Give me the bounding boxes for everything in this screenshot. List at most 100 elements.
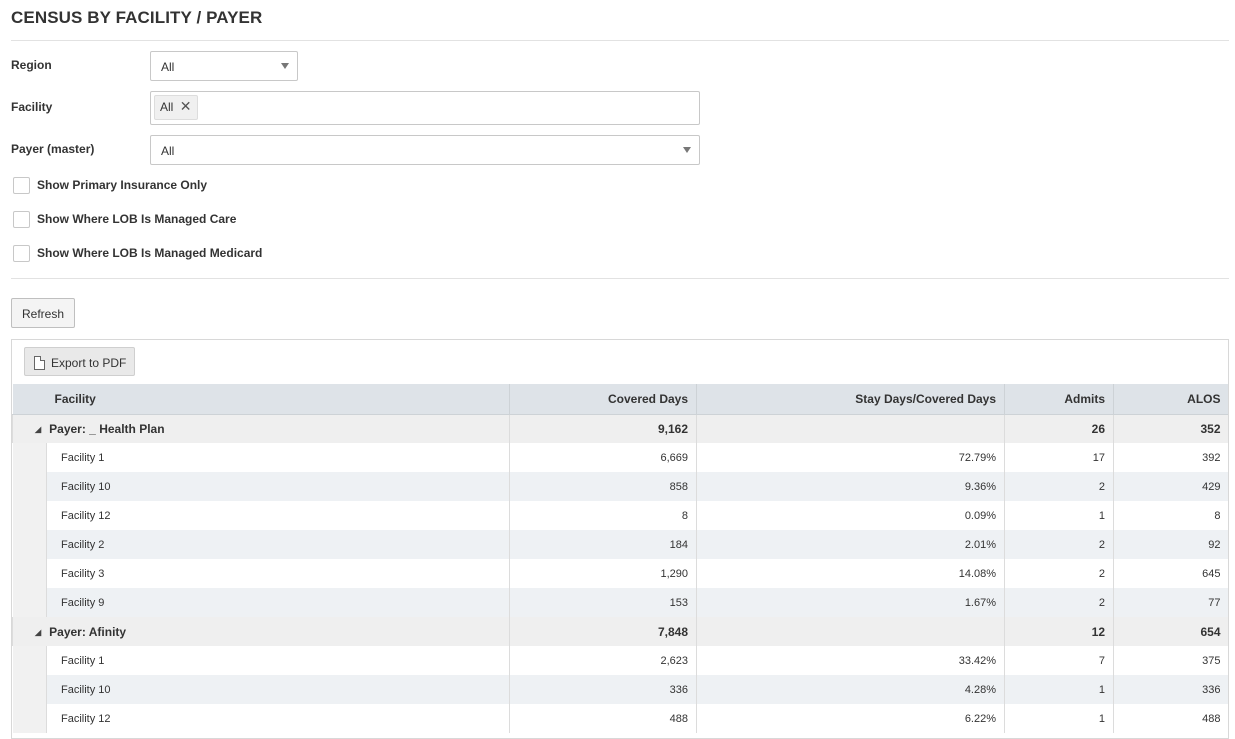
managed-care-checkbox[interactable] (13, 211, 30, 228)
group-covered-days: 7,848 (509, 617, 697, 646)
ratio-cell: 9.36% (696, 472, 1005, 501)
collapse-triangle-icon[interactable]: ◢ (35, 425, 41, 434)
facility-cell: Facility 12 (45, 704, 510, 733)
chevron-down-icon (281, 63, 289, 69)
pdf-file-icon (34, 356, 45, 370)
column-header-covered-days[interactable]: Covered Days (509, 384, 697, 415)
title-divider (11, 40, 1229, 41)
primary-insurance-label: Show Primary Insurance Only (37, 178, 208, 192)
ratio-cell: 2.01% (696, 530, 1005, 559)
group-ratio (696, 414, 1005, 443)
payer-label: Payer (master) (11, 142, 95, 156)
covered-days-cell: 1,290 (509, 559, 697, 588)
row-indent (12, 646, 47, 675)
facility-label: Facility (11, 100, 53, 114)
admits-cell: 2 (1004, 559, 1114, 588)
ratio-cell: 33.42% (696, 646, 1005, 675)
covered-days-cell: 488 (509, 704, 697, 733)
group-admits: 12 (1004, 617, 1114, 646)
admits-cell: 2 (1004, 472, 1114, 501)
payer-select-value: All (161, 144, 175, 158)
payer-select[interactable]: All (150, 135, 700, 165)
group-name[interactable]: ◢ Payer: Afinity (12, 617, 510, 646)
group-label: Payer: _ Health Plan (49, 421, 165, 436)
row-indent (12, 704, 47, 733)
table-row[interactable]: Facility 12 8 0.09% 1 8 (12, 501, 1228, 530)
row-indent (12, 675, 47, 704)
row-indent (12, 559, 47, 588)
group-label: Payer: Afinity (49, 624, 127, 639)
row-indent (12, 443, 47, 472)
row-indent (12, 530, 47, 559)
refresh-button[interactable]: Refresh (11, 298, 75, 328)
ratio-cell: 1.67% (696, 588, 1005, 617)
table-row[interactable]: Facility 1 6,669 72.79% 17 392 (12, 443, 1228, 472)
chevron-down-icon (683, 147, 691, 153)
admits-cell: 1 (1004, 704, 1114, 733)
table-body: ◢ Payer: _ Health Plan 9,162 26 352 Facility … (12, 414, 1228, 733)
alos-cell: 77 (1113, 588, 1228, 617)
facility-cell: Facility 10 (45, 675, 510, 704)
managed-care-label: Show Where LOB Is Managed Care (37, 212, 237, 226)
managed-medicard-checkbox[interactable] (13, 245, 30, 262)
table-row[interactable]: Facility 10 858 9.36% 2 429 (12, 472, 1228, 501)
alos-cell: 645 (1113, 559, 1228, 588)
group-covered-days: 9,162 (509, 414, 697, 443)
covered-days-cell: 858 (509, 472, 697, 501)
facility-cell: Facility 1 (45, 443, 510, 472)
covered-days-cell: 184 (509, 530, 697, 559)
alos-cell: 429 (1113, 472, 1228, 501)
row-indent (12, 472, 47, 501)
managed-medicard-label: Show Where LOB Is Managed Medicard (37, 246, 263, 260)
filters-divider (11, 278, 1229, 279)
alos-cell: 336 (1113, 675, 1228, 704)
column-header-alos[interactable]: ALOS (1113, 384, 1228, 415)
alos-cell: 92 (1113, 530, 1228, 559)
grid-toolbar: Export to PDF (12, 340, 1228, 384)
column-header-admits[interactable]: Admits (1004, 384, 1114, 415)
ratio-cell: 72.79% (696, 443, 1005, 472)
facility-cell: Facility 9 (45, 588, 510, 617)
group-alos: 654 (1113, 617, 1228, 646)
page-title: CENSUS BY FACILITY / PAYER (11, 8, 263, 27)
export-pdf-button[interactable]: Export to PDF (24, 347, 135, 376)
table-row[interactable]: Facility 9 153 1.67% 2 77 (12, 588, 1228, 617)
column-header-facility[interactable]: Facility (12, 384, 510, 415)
table-row[interactable]: Facility 12 488 6.22% 1 488 (12, 704, 1228, 733)
column-header-stay-days-ratio[interactable]: Stay Days/Covered Days (696, 384, 1005, 415)
admits-cell: 1 (1004, 501, 1114, 530)
group-row[interactable]: ◢ Payer: _ Health Plan 9,162 26 352 (12, 414, 1228, 443)
covered-days-cell: 153 (509, 588, 697, 617)
table-row[interactable]: Facility 3 1,290 14.08% 2 645 (12, 559, 1228, 588)
covered-days-cell: 2,623 (509, 646, 697, 675)
group-row[interactable]: ◢ Payer: Afinity 7,848 12 654 (12, 617, 1228, 646)
group-alos: 352 (1113, 414, 1228, 443)
group-admits: 26 (1004, 414, 1114, 443)
group-name[interactable]: ◢ Payer: _ Health Plan (12, 414, 510, 443)
table-row[interactable]: Facility 2 184 2.01% 2 92 (12, 530, 1228, 559)
census-table: Facility Covered Days Stay Days/Covered … (12, 384, 1228, 733)
facility-cell: Facility 10 (45, 472, 510, 501)
table-row[interactable]: Facility 1 2,623 33.42% 7 375 (12, 646, 1228, 675)
facility-cell: Facility 1 (45, 646, 510, 675)
facility-tag: All ✕ (154, 95, 199, 120)
table-row[interactable]: Facility 10 336 4.28% 1 336 (12, 675, 1228, 704)
facility-cell: Facility 3 (45, 559, 510, 588)
facility-cell: Facility 2 (45, 530, 510, 559)
ratio-cell: 4.28% (696, 675, 1005, 704)
admits-cell: 2 (1004, 588, 1114, 617)
close-icon[interactable]: ✕ (180, 99, 192, 113)
census-grid: Export to PDF Facility Covered Days Stay… (11, 339, 1229, 739)
row-indent (12, 588, 47, 617)
row-indent (12, 501, 47, 530)
admits-cell: 17 (1004, 443, 1114, 472)
admits-cell: 1 (1004, 675, 1114, 704)
primary-insurance-checkbox[interactable] (13, 177, 30, 194)
group-ratio (696, 617, 1005, 646)
facility-multiselect[interactable]: All ✕ (150, 91, 700, 125)
region-select-value: All (161, 60, 175, 74)
admits-cell: 7 (1004, 646, 1114, 675)
collapse-triangle-icon[interactable]: ◢ (35, 628, 41, 637)
table-header-row: Facility Covered Days Stay Days/Covered … (12, 384, 1228, 415)
region-select[interactable]: All (150, 51, 298, 81)
